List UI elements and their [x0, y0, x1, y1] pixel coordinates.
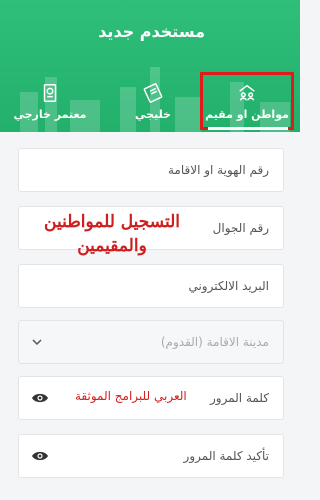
- tab-foreign-pilgrim-label: معتمر خارجي: [13, 107, 87, 121]
- tab-gulf-label: خليجي: [135, 107, 171, 121]
- eye-icon[interactable]: [31, 449, 49, 463]
- email-placeholder: البريد الالكتروني: [188, 279, 269, 293]
- tab-foreign-pilgrim[interactable]: معتمر خارجي: [0, 70, 100, 132]
- watermark-annotation: العربي للبرامج الموثقة: [75, 389, 187, 403]
- mobile-placeholder: رقم الجوال: [212, 221, 269, 235]
- user-type-tabs: مواطن او مقيم خليجي معتمر خارجي: [0, 70, 300, 132]
- page-title: مستخدم جديد: [98, 22, 205, 41]
- id-number-field[interactable]: رقم الهوية او الاقامة: [18, 148, 284, 192]
- password-field[interactable]: كلمة المرور العربي للبرامج الموثقة: [18, 376, 284, 420]
- passport-icon: [43, 83, 57, 102]
- city-placeholder: مدينة الاقامة (القدوم): [160, 335, 269, 349]
- tab-gulf[interactable]: خليجي: [103, 70, 203, 132]
- confirm-password-field[interactable]: تأكيد كلمة المرور: [18, 434, 284, 478]
- card-icon: [143, 82, 163, 103]
- tab-citizen-resident[interactable]: مواطن او مقيم: [200, 72, 294, 130]
- id-number-placeholder: رقم الهوية او الاقامة: [167, 163, 269, 177]
- confirm-password-placeholder: تأكيد كلمة المرور: [183, 449, 269, 463]
- eye-icon[interactable]: [31, 391, 49, 405]
- chevron-down-icon: [32, 339, 42, 346]
- city-select[interactable]: مدينة الاقامة (القدوم): [18, 320, 284, 364]
- password-placeholder: كلمة المرور: [209, 391, 269, 405]
- tab-selected-indicator: [208, 127, 288, 130]
- people-building-icon: [239, 84, 255, 101]
- main-annotation: التسجيل للمواطنين والمقيمين: [44, 212, 180, 256]
- header: مستخدم جديد مواطن او مقيم خليجي معتمر خا…: [0, 0, 300, 132]
- tab-citizen-resident-label: مواطن او مقيم: [205, 107, 289, 121]
- email-field[interactable]: البريد الالكتروني: [18, 264, 284, 308]
